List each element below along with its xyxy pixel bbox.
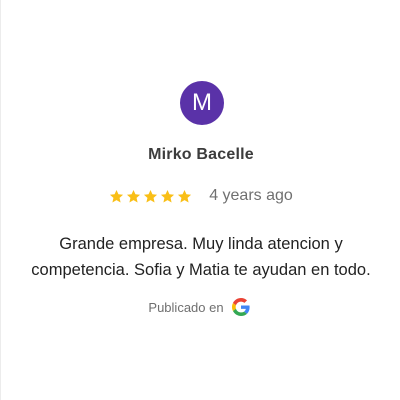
star-icon bbox=[161, 189, 175, 202]
star-icon bbox=[110, 189, 124, 202]
source-row: Publicado en bbox=[1, 298, 400, 316]
review-text: Grande empresa. Muy linda atencion y com… bbox=[31, 235, 371, 279]
reviewer-name: Mirko Bacelle bbox=[148, 146, 254, 163]
star-icon bbox=[144, 189, 158, 202]
published-label: Publicado en bbox=[148, 299, 224, 315]
star-rating bbox=[109, 189, 192, 204]
avatar: M bbox=[180, 81, 224, 125]
google-logo-icon bbox=[231, 298, 250, 316]
star-icon bbox=[127, 189, 141, 202]
review-time: 4 years ago bbox=[209, 187, 293, 204]
review-card: M Mirko Bacelle 4 years ago Grande empre… bbox=[0, 0, 400, 400]
star-icon bbox=[178, 189, 192, 202]
rating-row: 4 years ago bbox=[1, 187, 400, 205]
